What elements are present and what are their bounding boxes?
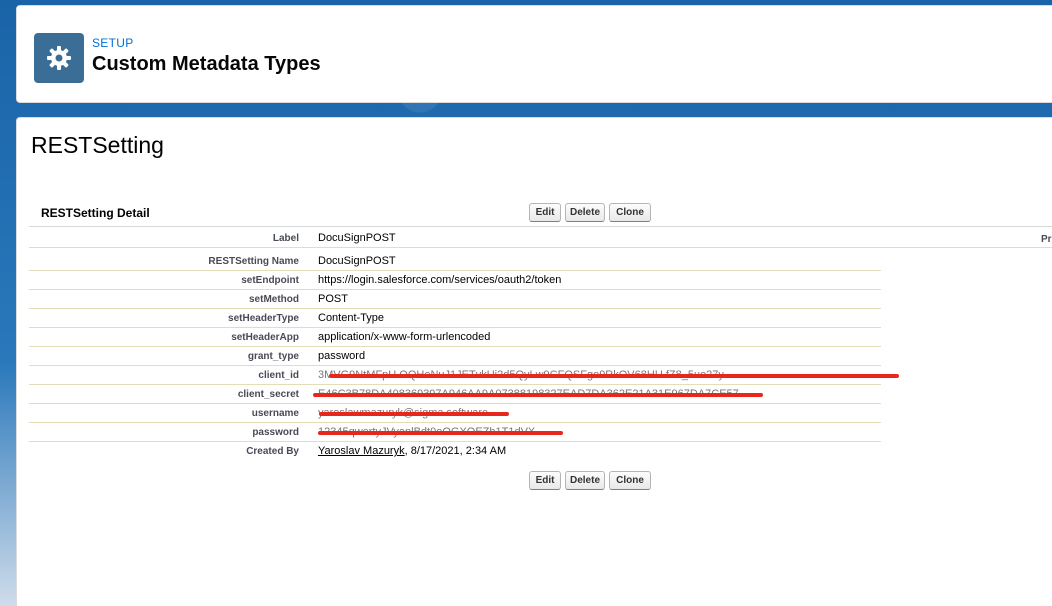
created-date: , 8/17/2021, 2:34 AM (404, 445, 507, 457)
field-label: RESTSetting Name (208, 256, 299, 267)
field-label: setEndpoint (241, 275, 299, 286)
record-detail-panel: RESTSetting Pr RESTSetting Detail Edit D… (16, 117, 1052, 606)
field-row: grant_type password (29, 347, 1052, 366)
field-row: setHeaderApp application/x-www-form-urlen… (29, 328, 1052, 347)
gear-icon (47, 46, 71, 70)
setup-breadcrumb[interactable]: SETUP (92, 36, 134, 50)
field-row: client_id3MVG9NtMFpU.OQHoNuJ1JETvkUi2d5Q… (29, 366, 1052, 385)
field-value: DocuSignPOST (318, 232, 396, 244)
bottom-button-bar: Edit Delete Clone (529, 471, 651, 490)
field-label: client_secret (237, 389, 299, 400)
field-label: password (252, 427, 299, 438)
field-label: username (251, 408, 299, 419)
field-label: setHeaderType (228, 313, 299, 324)
field-label: setHeaderApp (231, 332, 299, 343)
field-label: grant_type (247, 351, 299, 362)
field-row: RESTSetting Name DocuSignPOST (29, 252, 1052, 271)
field-value: Yaroslav Mazuryk, 8/17/2021, 2:34 AM (318, 445, 506, 457)
redaction-strike (313, 393, 763, 397)
record-title: RESTSetting (31, 132, 164, 158)
field-row: setMethod POST (29, 290, 1052, 309)
clone-button-bottom[interactable]: Clone (609, 471, 651, 490)
field-value: Content-Type (318, 312, 385, 324)
field-row: Created By Yaroslav Mazuryk, 8/17/2021, 2… (29, 442, 1052, 461)
redaction-strike (319, 412, 509, 416)
field-value: password (318, 350, 366, 362)
delete-button[interactable]: Delete (565, 203, 605, 222)
setup-icon-tile (34, 33, 84, 83)
field-value: application/x-www-form-urlencoded (318, 331, 491, 343)
field-row: setEndpoint https://login.salesforce.com/… (29, 271, 1052, 290)
delete-button-bottom[interactable]: Delete (565, 471, 605, 490)
created-by-user-link[interactable]: Yaroslav Mazuryk (318, 445, 405, 457)
field-label: client_id (258, 370, 299, 381)
edit-button[interactable]: Edit (529, 203, 561, 222)
redaction-strike (318, 431, 563, 435)
edit-button-bottom[interactable]: Edit (529, 471, 561, 490)
field-row: Label DocuSignPOST (29, 229, 1052, 248)
redaction-strike (329, 374, 899, 378)
field-label: Created By (246, 446, 299, 457)
page-header: SETUP Custom Metadata Types (16, 5, 1052, 103)
page-title: Custom Metadata Types (92, 53, 321, 75)
field-value: POST (318, 293, 348, 305)
field-row: setHeaderType Content-Type (29, 309, 1052, 328)
top-button-bar: Edit Delete Clone (529, 203, 651, 222)
field-value: DocuSignPOST (318, 255, 396, 267)
field-row: usernameyaroslawmazuryk@sigma.software (29, 404, 1052, 423)
field-row: password12345qwertyJVyanlBdt0oOGXOEZh1T1… (29, 423, 1052, 442)
field-label: Label (272, 233, 299, 244)
section-divider (29, 226, 1052, 227)
row-divider (29, 247, 1052, 248)
detail-section-title: RESTSetting Detail (41, 206, 150, 220)
field-row: client_secretE46C3B78DA408369397A946AA9A… (29, 385, 1052, 404)
clone-button[interactable]: Clone (609, 203, 651, 222)
field-label: setMethod (249, 294, 299, 305)
field-value: https://login.salesforce.com/services/oa… (318, 274, 562, 286)
